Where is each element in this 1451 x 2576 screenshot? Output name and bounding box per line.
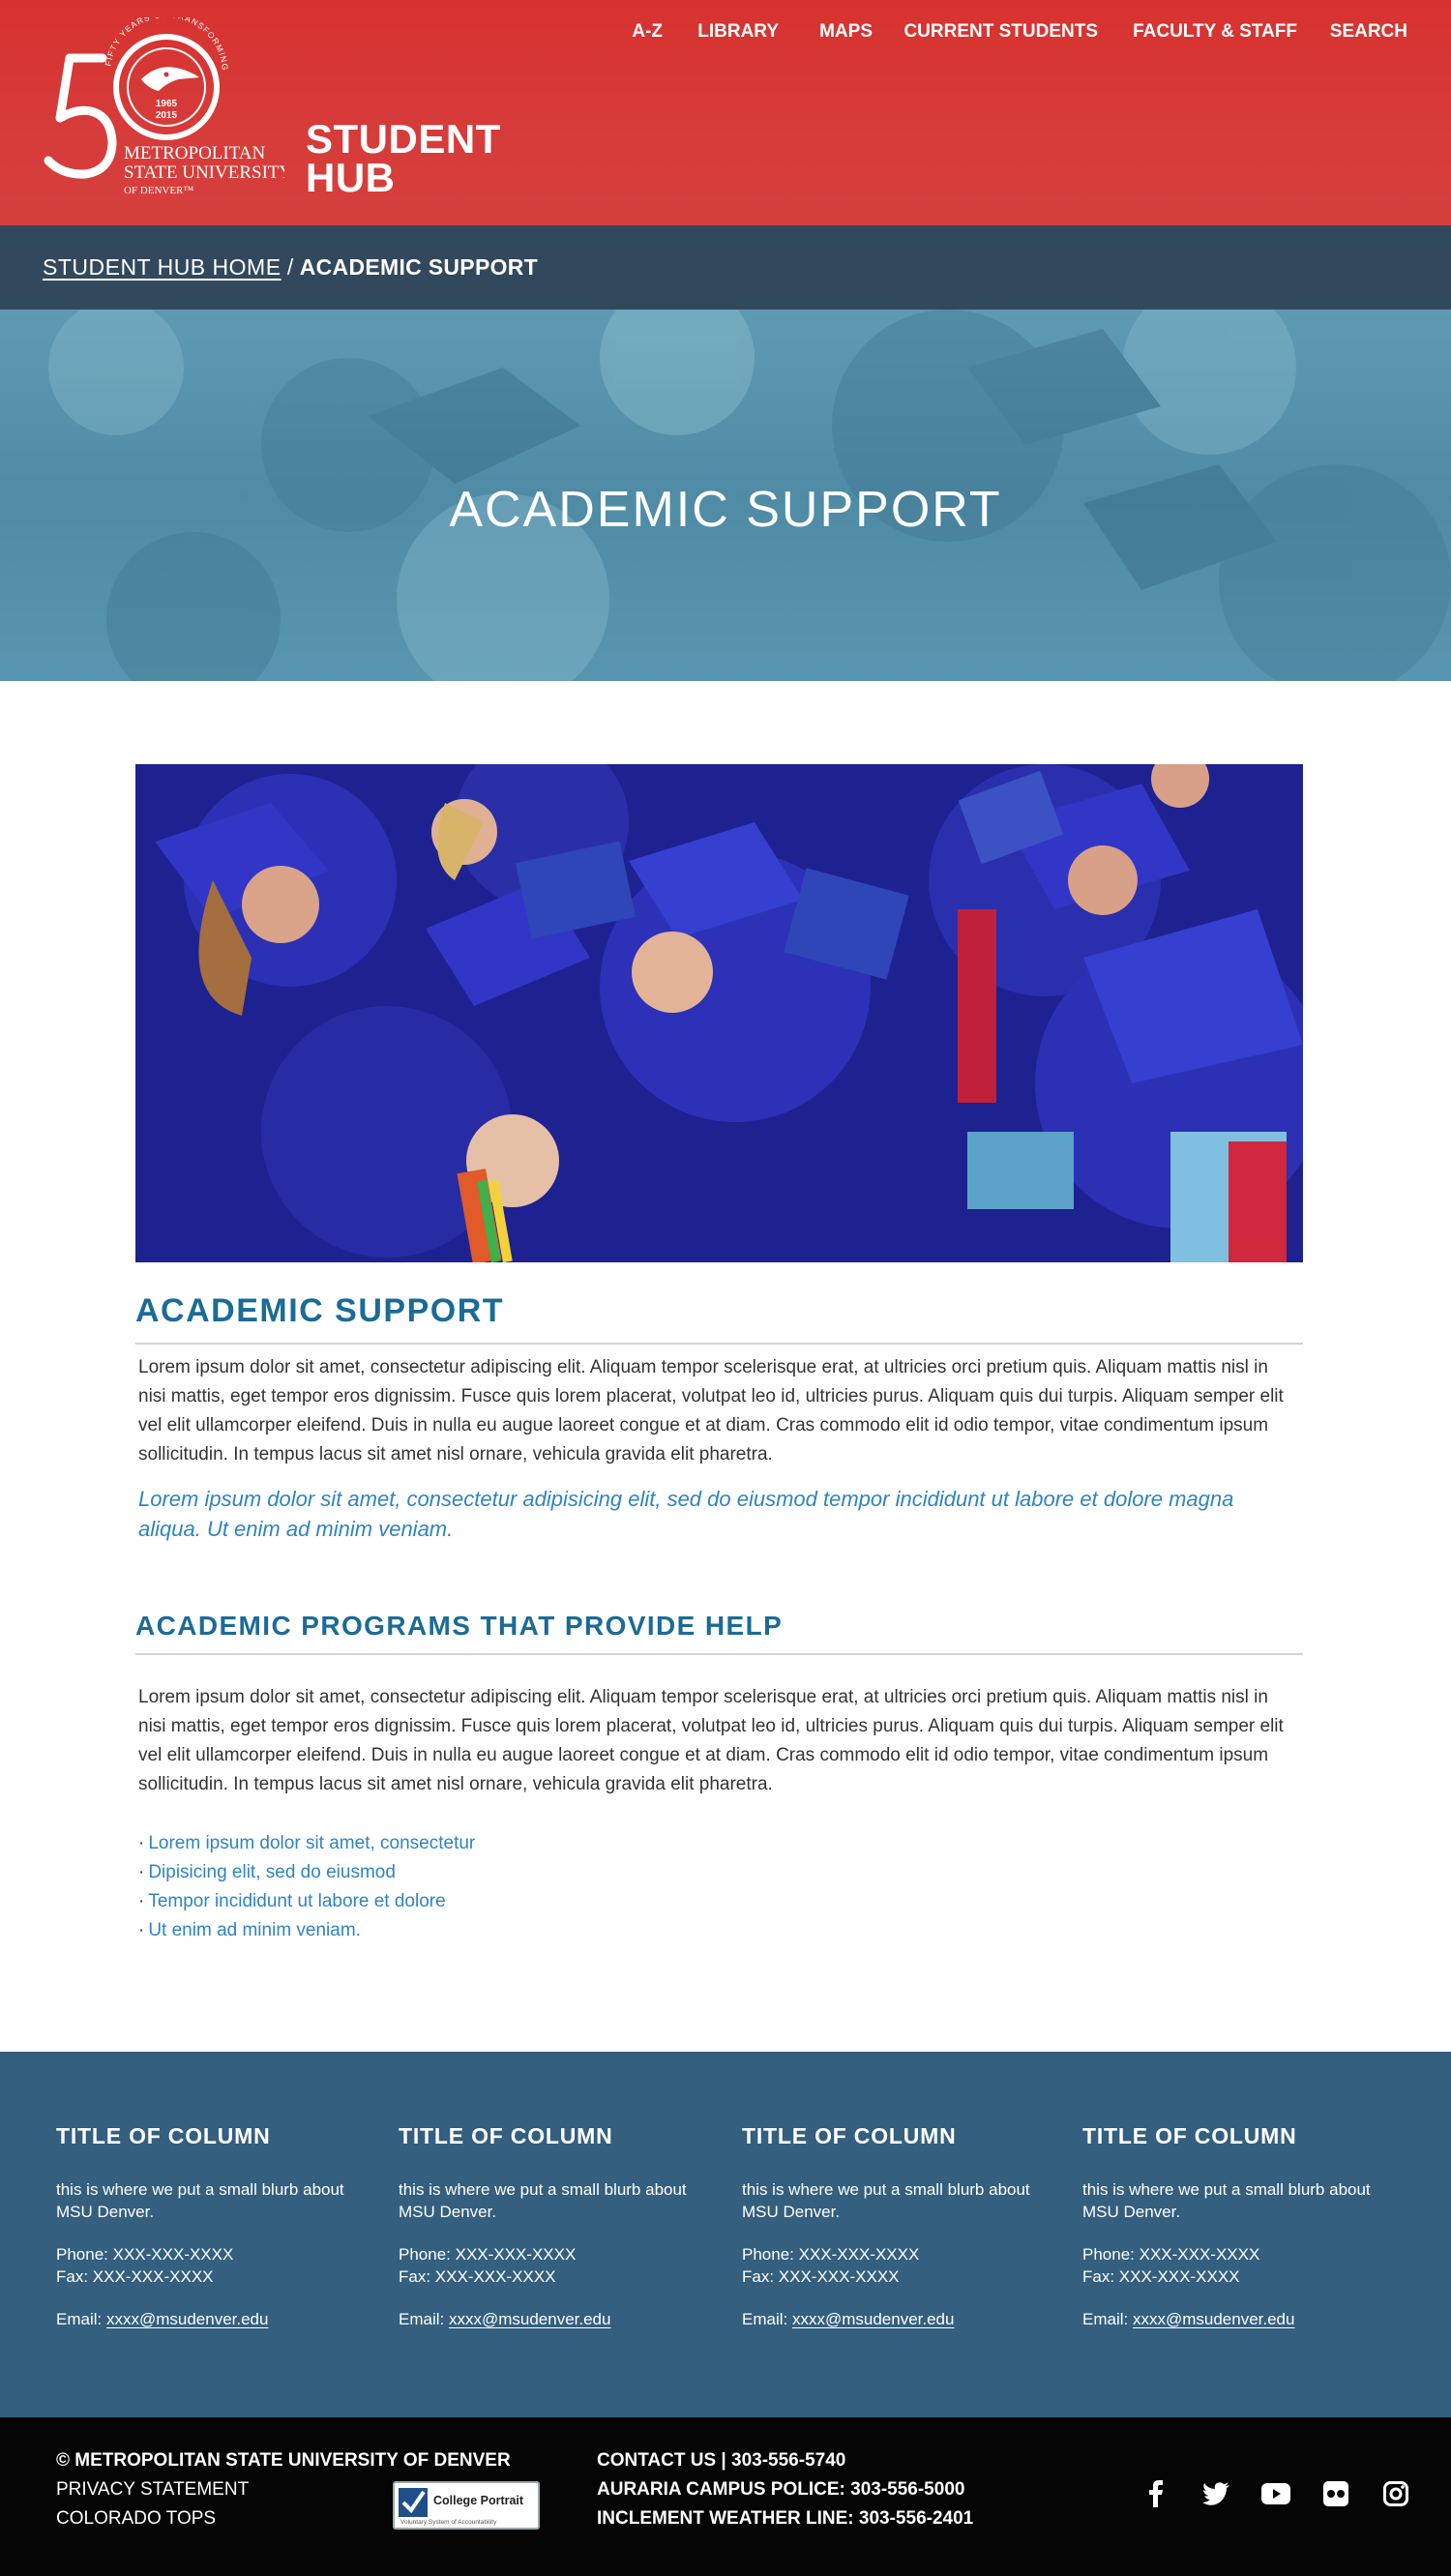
- footer-column-title: TITLE OF COLUMN: [742, 2123, 957, 2148]
- footer-email-label: Email:: [1082, 2310, 1133, 2328]
- footer-column-blurb: this is where we put a small blurb about…: [56, 2180, 344, 2221]
- footer-fax: Fax: XXX-XXX-XXXX: [742, 2267, 900, 2286]
- lead-paragraph: Lorem ipsum dolor sit amet, consectetur …: [138, 1487, 1234, 1541]
- svg-text:METROPOLITAN: METROPOLITAN: [124, 143, 266, 163]
- footer-email-label: Email:: [399, 2310, 449, 2328]
- graduates-photo: [135, 764, 1303, 1262]
- program-link-2[interactable]: Dipisicing elit, sed do eiusmod: [148, 1862, 396, 1882]
- footer-email-link[interactable]: xxxx@msudenver.edu: [792, 2310, 955, 2328]
- site-title-line2: HUB: [306, 155, 396, 200]
- footer-column-1: TITLE OF COLUMN this is where we put a s…: [56, 2123, 366, 2330]
- program-link-4[interactable]: Ut enim ad minim veniam.: [148, 1920, 361, 1940]
- svg-text:Voluntary System of Accountabi: Voluntary System of Accountability: [400, 2519, 497, 2526]
- msu-denver-50-logo[interactable]: FIFTY YEARS OF TRANSFORMING LIVES 1965 2…: [40, 10, 293, 206]
- footer-email-link[interactable]: xxxx@msudenver.edu: [449, 2310, 611, 2328]
- breadcrumb-separator: /: [281, 254, 300, 280]
- program-link-1[interactable]: Lorem ipsum dolor sit amet, consectetur: [148, 1833, 475, 1853]
- footer-column-3: TITLE OF COLUMN this is where we put a s…: [742, 2123, 1051, 2330]
- footer-phone: Phone: XXX-XXX-XXXX: [1082, 2245, 1260, 2264]
- breadcrumb-current: ACADEMIC SUPPORT: [299, 254, 539, 280]
- contact-info: CONTACT US | 303-556-5740 AURARIA CAMPUS…: [597, 2446, 973, 2533]
- svg-text:College Portrait: College Portrait: [433, 2494, 524, 2507]
- footer-column-blurb: this is where we put a small blurb about…: [742, 2180, 1030, 2221]
- programs-paragraph: Lorem ipsum dolor sit amet, consectetur …: [138, 1687, 1284, 1794]
- bullet-marker: ·: [138, 1862, 145, 1882]
- instagram-icon[interactable]: [1381, 2479, 1410, 2508]
- college-portrait-badge[interactable]: College Portrait Voluntary System of Acc…: [393, 2481, 540, 2530]
- intro-paragraph: Lorem ipsum dolor sit amet, consectetur …: [138, 1357, 1284, 1465]
- footer-fax: Fax: XXX-XXX-XXXX: [56, 2267, 214, 2286]
- programs-divider: [135, 1653, 1303, 1655]
- footer-column-blurb: this is where we put a small blurb about…: [1082, 2180, 1371, 2221]
- bullet-marker: ·: [138, 1920, 145, 1940]
- footer-column-title: TITLE OF COLUMN: [1082, 2123, 1297, 2148]
- site-header: FIFTY YEARS OF TRANSFORMING LIVES 1965 2…: [0, 0, 1451, 225]
- copyright-text: © METROPOLITAN STATE UNIVERSITY OF DENVE…: [56, 2450, 511, 2471]
- footer-fax: Fax: XXX-XXX-XXXX: [1082, 2267, 1240, 2286]
- nav-maps[interactable]: MAPS: [819, 21, 873, 43]
- nav-faculty-staff[interactable]: FACULTY & STAFF: [1133, 21, 1297, 43]
- contact-us-line[interactable]: CONTACT US | 303-556-5740: [597, 2446, 973, 2475]
- svg-text:OF DENVER™: OF DENVER™: [124, 185, 193, 196]
- breadcrumb-home-link[interactable]: STUDENT HUB HOME: [43, 254, 281, 280]
- section-title: ACADEMIC SUPPORT: [135, 1292, 505, 1329]
- youtube-icon[interactable]: [1261, 2479, 1290, 2508]
- footer-email-link[interactable]: xxxx@msudenver.edu: [1133, 2310, 1295, 2328]
- breadcrumb-bar: STUDENT HUB HOME / ACADEMIC SUPPORT: [0, 225, 1451, 310]
- bottom-bar: © METROPOLITAN STATE UNIVERSITY OF DENVE…: [0, 2417, 1451, 2576]
- programs-title: ACADEMIC PROGRAMS THAT PROVIDE HELP: [135, 1611, 784, 1641]
- list-item: · Tempor incididunt ut labore et dolore: [138, 1887, 475, 1916]
- flickr-icon[interactable]: [1321, 2479, 1350, 2508]
- campus-police-line: AURARIA CAMPUS POLICE: 303-556-5000: [597, 2479, 965, 2500]
- college-portrait-logo: College Portrait Voluntary System of Acc…: [399, 2488, 524, 2526]
- footer-phone: Phone: XXX-XXX-XXXX: [742, 2245, 920, 2264]
- hero-banner: ACADEMIC SUPPORT: [0, 310, 1451, 681]
- svg-text:STATE UNIVERSITY: STATE UNIVERSITY: [124, 163, 284, 183]
- bullet-marker: ·: [138, 1891, 145, 1911]
- footer-email-label: Email:: [742, 2310, 792, 2328]
- site-title-line1: STUDENT: [306, 116, 501, 162]
- nav-current-students[interactable]: CURRENT STUDENTS: [903, 21, 1098, 43]
- footer-phone: Phone: XXX-XXX-XXXX: [56, 2245, 234, 2264]
- twitter-icon[interactable]: [1201, 2479, 1230, 2508]
- footer-column-2: TITLE OF COLUMN this is where we put a s…: [399, 2123, 708, 2330]
- list-item: · Dipisicing elit, sed do eiusmod: [138, 1858, 475, 1887]
- bullet-marker: ·: [138, 1833, 145, 1853]
- social-links: [1141, 2479, 1410, 2508]
- footer-column-4: TITLE OF COLUMN this is where we put a s…: [1082, 2123, 1392, 2330]
- footer-column-blurb: this is where we put a small blurb about…: [399, 2180, 687, 2221]
- nav-search[interactable]: SEARCH: [1330, 21, 1407, 43]
- footer-email-link[interactable]: xxxx@msudenver.edu: [106, 2310, 269, 2328]
- program-link-3[interactable]: Tempor incididunt ut labore et dolore: [148, 1891, 445, 1911]
- footer-email-label: Email:: [56, 2310, 106, 2328]
- site-title[interactable]: STUDENT HUB: [306, 116, 501, 200]
- footer-fax: Fax: XXX-XXX-XXXX: [399, 2267, 556, 2286]
- nav-a-z[interactable]: A-Z: [632, 21, 663, 43]
- footer-phone: Phone: XXX-XXX-XXXX: [399, 2245, 577, 2264]
- section-divider: [135, 1343, 1303, 1345]
- footer-column-title: TITLE OF COLUMN: [399, 2123, 613, 2148]
- facebook-icon[interactable]: [1141, 2479, 1170, 2508]
- list-item: · Ut enim ad minim veniam.: [138, 1916, 475, 1945]
- logo-graphic: FIFTY YEARS OF TRANSFORMING LIVES 1965 2…: [40, 10, 293, 196]
- svg-text:1965: 1965: [156, 99, 178, 109]
- footer-columns: TITLE OF COLUMN this is where we put a s…: [0, 2052, 1451, 2417]
- programs-link-list: · Lorem ipsum dolor sit amet, consectetur…: [138, 1829, 475, 1945]
- footer-column-title: TITLE OF COLUMN: [56, 2123, 271, 2148]
- breadcrumb: STUDENT HUB HOME / ACADEMIC SUPPORT: [43, 254, 538, 281]
- graduates-photo-art: [135, 764, 1303, 1262]
- nav-library[interactable]: LIBRARY: [697, 21, 779, 43]
- hero-title: ACADEMIC SUPPORT: [449, 482, 1002, 538]
- svg-text:2015: 2015: [156, 110, 178, 121]
- list-item: · Lorem ipsum dolor sit amet, consectetur: [138, 1829, 475, 1858]
- weather-line: INCLEMENT WEATHER LINE: 303-556-2401: [597, 2508, 974, 2529]
